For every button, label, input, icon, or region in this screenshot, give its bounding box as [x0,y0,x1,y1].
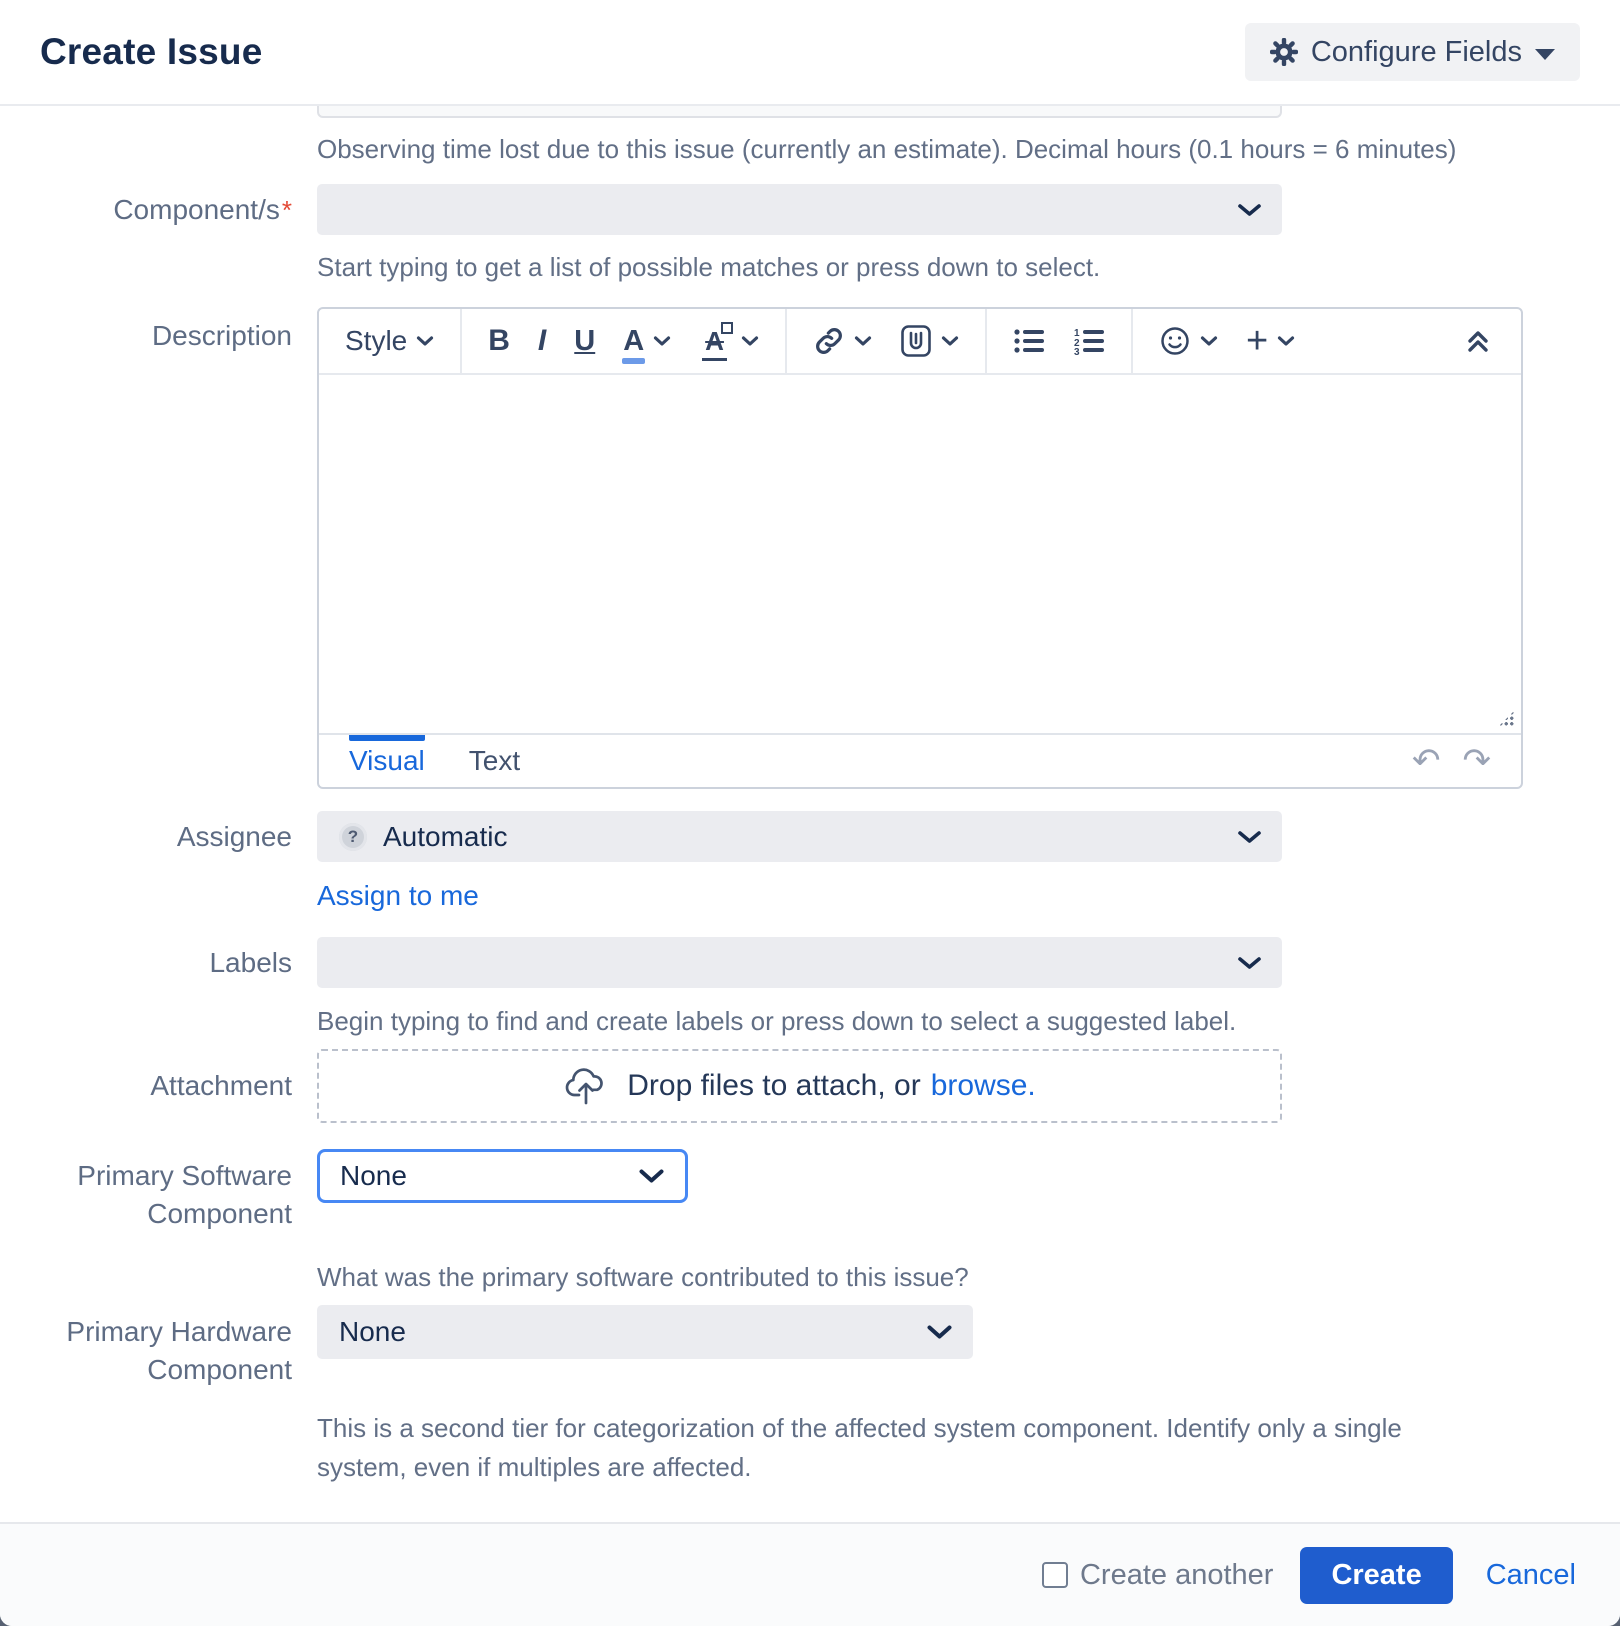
drop-files-text: Drop files to attach, or [627,1069,920,1103]
components-row: Component/s* [0,184,1620,235]
numbered-list-icon: 123 [1073,327,1105,355]
configure-fields-label: Configure Fields [1311,36,1522,69]
editor-toolbar: Style B I U A A [319,309,1521,375]
chevron-down-icon [926,1323,953,1341]
svg-text:3: 3 [1074,347,1080,355]
description-editor: Style B I U A A [317,307,1523,789]
chevron-down-icon [638,1167,665,1185]
primary-software-select[interactable]: None [317,1149,688,1203]
components-helper: Start typing to get a list of possible m… [317,252,1620,282]
italic-button[interactable]: I [538,324,546,358]
assignee-value: Automatic [383,821,508,853]
create-issue-dialog: Create Issue Configure Fields Observing [0,0,1620,1626]
insert-more-dropdown[interactable]: + [1246,331,1295,351]
collapse-toolbar-button[interactable] [1435,309,1521,373]
dialog-header: Create Issue Configure Fields [0,0,1620,106]
bullet-list-icon [1013,327,1045,355]
primary-hardware-select[interactable]: None [317,1305,973,1359]
resize-handle[interactable] [1498,710,1515,727]
attachment-dropzone[interactable]: Drop files to attach, or browse. [317,1049,1282,1123]
required-asterisk: * [282,195,292,225]
labels-select[interactable] [317,937,1282,988]
chevron-down-icon [1237,955,1262,971]
components-select[interactable] [317,184,1282,235]
create-another-label: Create another [1080,1559,1273,1592]
link-icon [813,325,845,357]
primary-software-helper: What was the primary software contribute… [317,1262,1620,1292]
create-button[interactable]: Create [1300,1547,1452,1604]
dialog-footer: Create another Create Cancel [0,1522,1620,1626]
primary-software-label: Primary Software Component [0,1149,292,1233]
style-dropdown[interactable]: Style [345,325,434,357]
browse-link[interactable]: browse. [931,1069,1036,1103]
cloud-upload-icon [563,1065,609,1107]
text-color-dropdown[interactable]: A [623,325,671,358]
numbered-list-button[interactable]: 123 [1073,327,1105,355]
emoji-dropdown[interactable] [1159,325,1218,357]
labels-row: Labels [0,937,1620,988]
components-label: Component/s* [0,191,292,229]
attachment-label: Attachment [0,1067,292,1105]
gear-icon [1270,38,1298,66]
description-editor-content[interactable] [319,375,1521,733]
time-lost-helper: Observing time lost due to this issue (c… [317,134,1620,164]
undo-icon[interactable]: ↶ [1412,746,1441,776]
labels-helper: Begin typing to find and create labels o… [317,1006,1620,1036]
automatic-avatar-icon: ? [339,823,367,851]
attachment-icon [900,324,932,358]
page-title: Create Issue [40,31,262,73]
form-body: Observing time lost due to this issue (c… [0,106,1620,1522]
tab-visual[interactable]: Visual [349,735,425,787]
assignee-label: Assignee [0,818,292,856]
create-another-checkbox[interactable] [1042,1562,1068,1588]
editor-mode-tabs: Visual Text ↶ ↷ [319,733,1521,787]
tab-text[interactable]: Text [469,735,520,787]
attach-dropdown[interactable] [900,324,959,358]
underline-button[interactable]: U [574,325,595,358]
create-another-option[interactable]: Create another [1042,1559,1273,1592]
attachment-row: Attachment Drop files to attach, or brow… [0,1049,1620,1123]
primary-hardware-value: None [339,1316,406,1348]
bold-button[interactable]: B [488,324,510,358]
emoji-icon [1159,325,1191,357]
link-dropdown[interactable] [813,325,872,357]
collapse-toolbar-icon [1465,328,1491,354]
redo-icon[interactable]: ↷ [1463,746,1492,776]
scrolled-field-remnant[interactable] [317,106,1282,118]
cancel-link[interactable]: Cancel [1480,1559,1582,1592]
chevron-down-icon [1237,202,1262,218]
text-format-dropdown[interactable]: A [705,326,759,357]
assignee-select[interactable]: ? Automatic [317,811,1282,862]
primary-software-row: Primary Software Component None [0,1149,1620,1233]
caret-down-icon [1535,49,1555,60]
assign-to-me-link[interactable]: Assign to me [317,880,479,911]
description-row: Description Style B I U A [0,307,1620,789]
bullet-list-button[interactable] [1013,327,1045,355]
assignee-row: Assignee ? Automatic [0,811,1620,862]
labels-label: Labels [0,944,292,982]
primary-hardware-row: Primary Hardware Component None [0,1305,1620,1389]
configure-fields-button[interactable]: Configure Fields [1245,23,1580,81]
chevron-down-icon [1237,829,1262,845]
primary-hardware-helper: This is a second tier for categorization… [317,1409,1497,1487]
description-label: Description [0,307,292,355]
primary-hardware-label: Primary Hardware Component [0,1305,292,1389]
primary-software-value: None [340,1160,407,1192]
plus-icon: + [1246,331,1268,351]
